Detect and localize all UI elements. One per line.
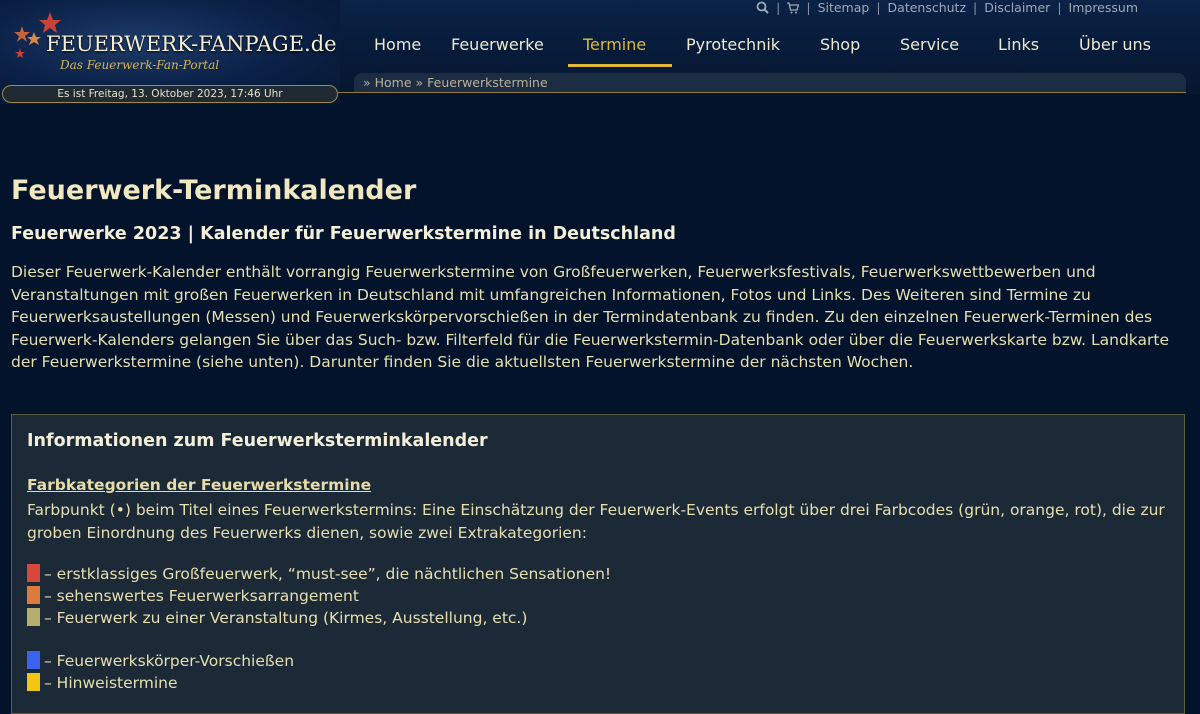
datenschutz-link[interactable]: Datenschutz	[888, 0, 967, 15]
separator: |	[876, 0, 881, 15]
legend-item-red: – erstklassiges Großfeuerwerk, “must-see…	[27, 564, 611, 584]
legend-item-orange: – sehenswertes Feuerwerksarrangement	[27, 586, 359, 606]
separator: |	[806, 0, 811, 15]
nav-item-service[interactable]: Service	[900, 26, 959, 66]
nav-item-ueber-uns[interactable]: Über uns	[1079, 26, 1151, 66]
search-icon[interactable]	[756, 1, 769, 14]
page-title: Feuerwerk-Terminkalender	[11, 175, 417, 206]
logo-subtitle: Das Feuerwerk-Fan-Portal	[60, 58, 220, 72]
red-swatch	[27, 564, 40, 582]
breadcrumb-text[interactable]: » Home » Feuerwerkstermine	[363, 75, 548, 90]
disclaimer-link[interactable]: Disclaimer	[984, 0, 1050, 15]
legend-label: – erstklassiges Großfeuerwerk, “must-see…	[44, 565, 612, 583]
logo-title: FEUERWERK-FANPAGE.de	[46, 32, 337, 56]
nav-item-shop[interactable]: Shop	[820, 26, 860, 66]
legend-label: – sehenswertes Feuerwerksarrangement	[44, 587, 359, 605]
orange-swatch	[27, 586, 40, 604]
blue-swatch	[27, 651, 40, 669]
legend-label: – Feuerwerkskörper-Vorschießen	[44, 652, 295, 670]
category-description: Farbpunkt (•) beim Titel eines Feuerwerk…	[27, 501, 1165, 542]
active-nav-indicator	[568, 64, 672, 67]
main-nav: Home Feuerwerke Termine Pyrotechnik Shop…	[356, 26, 1176, 68]
sitemap-link[interactable]: Sitemap	[818, 0, 870, 15]
nav-item-pyrotechnik[interactable]: Pyrotechnik	[686, 26, 780, 66]
info-box-title: Informationen zum Feuerwerksterminkalend…	[27, 431, 488, 451]
legend-label: – Feuerwerk zu einer Veranstaltung (Kirm…	[44, 609, 528, 627]
nav-item-home[interactable]: Home	[374, 26, 421, 66]
page-subtitle: Feuerwerke 2023 | Kalender für Feuerwerk…	[11, 224, 676, 244]
site-header: FEUERWERK-FANPAGE.de Das Feuerwerk-Fan-P…	[0, 0, 1200, 104]
separator: |	[776, 0, 781, 15]
intro-text: Dieser Feuerwerk-Kalender enthält vorran…	[11, 263, 1169, 372]
khaki-swatch	[27, 608, 40, 626]
header-divider	[338, 92, 1186, 93]
info-box: Informationen zum Feuerwerksterminkalend…	[11, 414, 1185, 714]
separator: |	[973, 0, 978, 15]
current-date: Es ist Freitag, 13. Oktober 2023, 17:46 …	[2, 85, 338, 103]
top-links: | | Sitemap | Datenschutz | Disclaimer |…	[756, 0, 1138, 15]
legend-item-yellow: – Hinweistermine	[27, 673, 178, 693]
legend-item-blue: – Feuerwerkskörper-Vorschießen	[27, 651, 294, 671]
cart-icon[interactable]	[787, 2, 800, 14]
category-title: Farbkategorien der Feuerwerkstermine	[27, 476, 372, 494]
legend-item-khaki: – Feuerwerk zu einer Veranstaltung (Kirm…	[27, 608, 527, 628]
nav-item-termine[interactable]: Termine	[583, 26, 646, 66]
legend-label: – Hinweistermine	[44, 674, 178, 692]
breadcrumb: » Home » Feuerwerkstermine	[354, 73, 1186, 92]
nav-item-feuerwerke[interactable]: Feuerwerke	[451, 26, 544, 66]
yellow-swatch	[27, 673, 40, 691]
nav-item-links[interactable]: Links	[998, 26, 1039, 66]
impressum-link[interactable]: Impressum	[1069, 0, 1138, 15]
separator: |	[1057, 0, 1062, 15]
